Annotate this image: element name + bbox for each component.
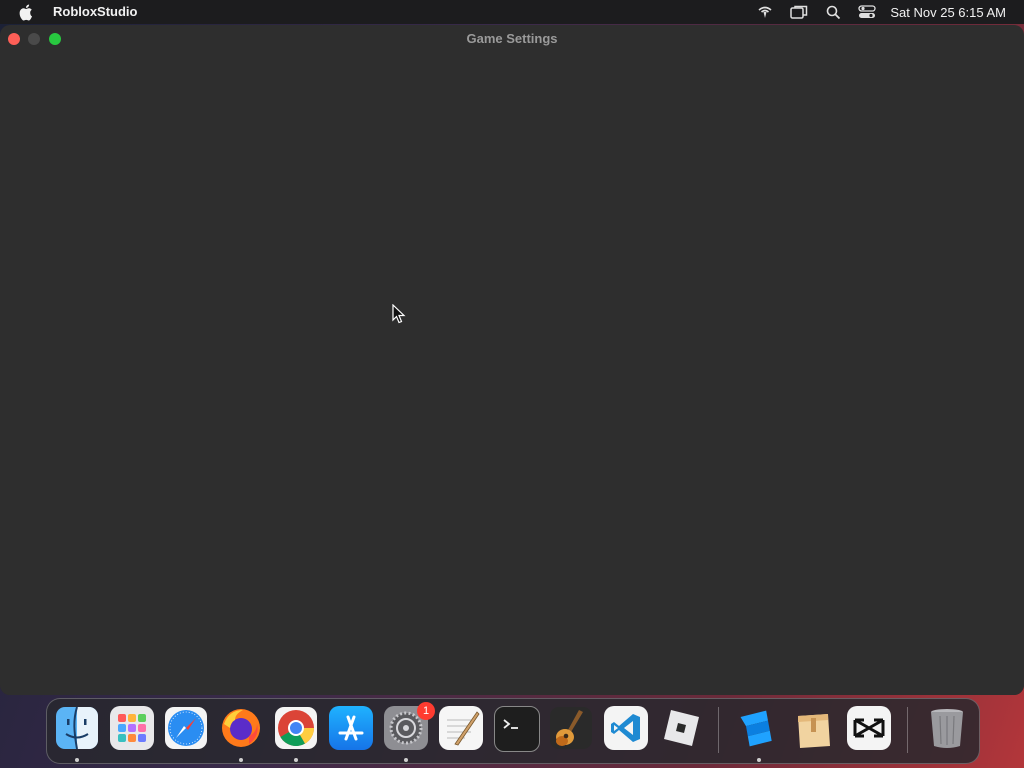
textedit-icon[interactable] (439, 706, 483, 750)
capcut-icon[interactable] (847, 706, 891, 750)
running-indicator (75, 758, 79, 762)
game-settings-window: Game Settings (0, 25, 1024, 695)
running-indicator (404, 758, 408, 762)
vscode-icon[interactable] (604, 706, 648, 750)
trash-icon[interactable] (925, 706, 969, 750)
garageband-icon[interactable] (549, 706, 593, 750)
window-content-area (0, 53, 1024, 695)
safari-icon[interactable] (164, 706, 208, 750)
spotlight-search-icon[interactable] (822, 3, 844, 21)
apple-icon[interactable] (19, 3, 35, 21)
app-store-icon[interactable] (329, 706, 373, 750)
mouse-cursor-icon (392, 304, 406, 324)
archive-icon[interactable] (792, 706, 836, 750)
menu-bar-clock[interactable]: Sat Nov 25 6:15 AM (890, 5, 1006, 20)
screen-mirroring-icon[interactable] (788, 3, 810, 21)
notification-badge: 1 (417, 702, 435, 720)
dock-separator (907, 707, 908, 753)
control-center-icon[interactable] (856, 3, 878, 21)
firefox-icon[interactable] (219, 706, 263, 750)
window-title: Game Settings (466, 31, 558, 46)
window-title-bar[interactable]: Game Settings (0, 25, 1024, 53)
finder-icon[interactable] (55, 706, 99, 750)
running-indicator (294, 758, 298, 762)
launchpad-icon[interactable] (110, 706, 154, 750)
dock: 1 (46, 698, 980, 764)
roblox-icon[interactable] (659, 706, 703, 750)
menu-bar: RobloxStudio Sat Nov 25 6:15 AM (0, 0, 1024, 24)
wifi-icon[interactable] (754, 3, 776, 21)
terminal-icon[interactable] (494, 706, 540, 752)
chrome-icon[interactable] (274, 706, 318, 750)
dock-separator (718, 707, 719, 753)
running-indicator (757, 758, 761, 762)
roblox-studio-icon[interactable] (735, 706, 779, 750)
active-app-name[interactable]: RobloxStudio (53, 4, 138, 19)
running-indicator (239, 758, 243, 762)
